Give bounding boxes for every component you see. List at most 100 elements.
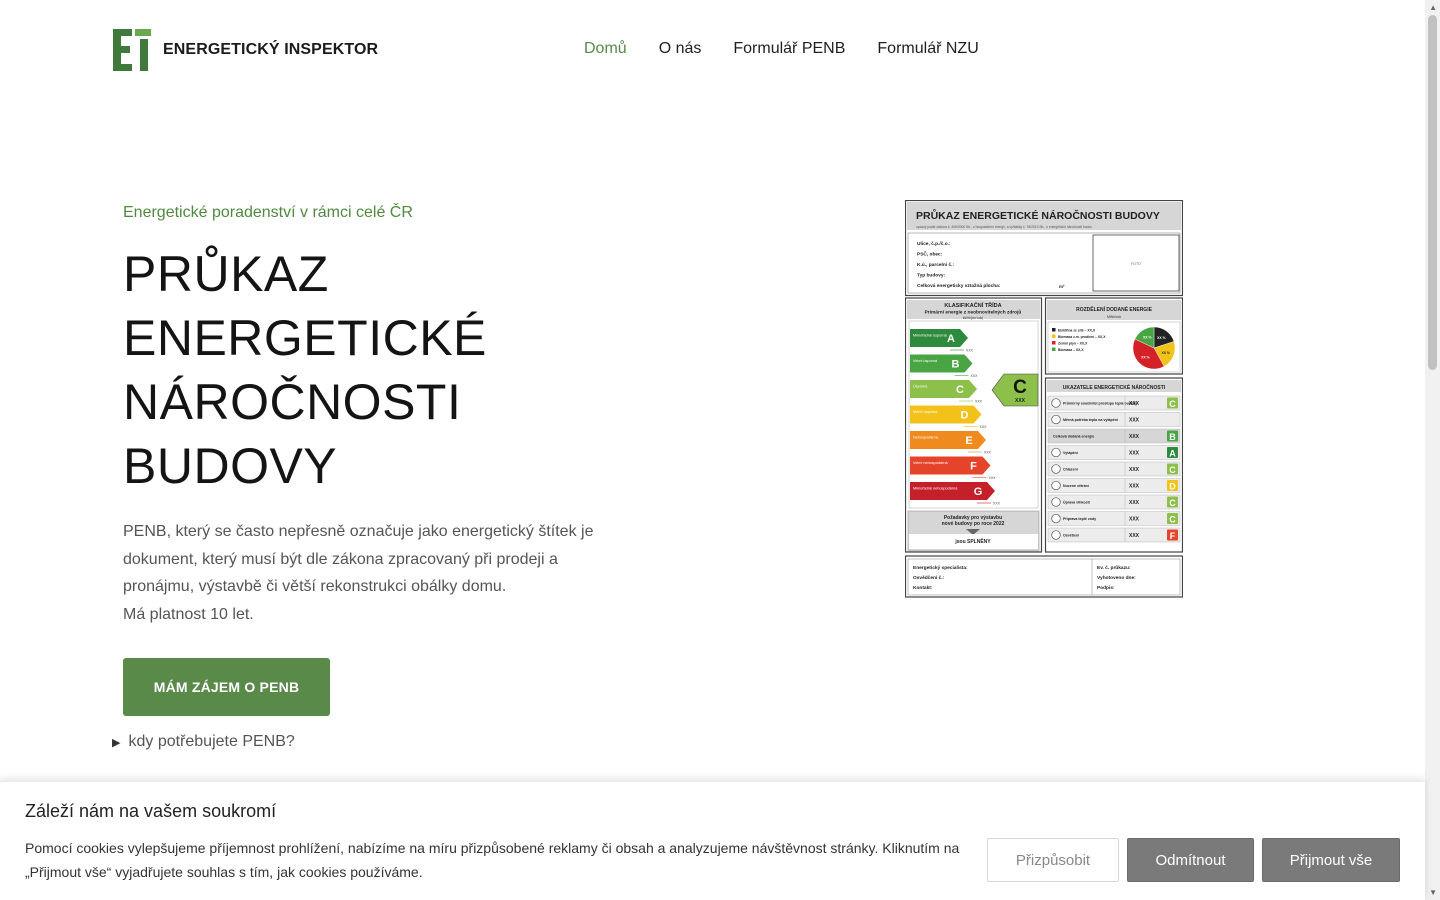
class-band-letter: E [965, 435, 972, 447]
footer-left-label: Energetický specialista: [913, 565, 968, 571]
logo-text: ENERGETICKÝ INSPEKTOR [163, 41, 379, 58]
cookie-accept-all-button[interactable]: Přijmout vše [1262, 838, 1400, 882]
pie-slice-label: XX % [1143, 336, 1151, 340]
indicator-value: XXX [1129, 451, 1140, 457]
class-band [910, 380, 977, 398]
class-title: KLASIFIKAČNÍ TŘÍDA [944, 301, 1001, 309]
scroll-down-arrow-icon[interactable]: ▼ [1429, 888, 1437, 897]
cookie-customize-button[interactable]: Přizpůsobit [987, 838, 1119, 882]
indicator-label: Příprava teplé vody [1063, 517, 1096, 521]
class-band-label: Nehospodárná [913, 436, 939, 440]
indicators-title: UKAZATELE ENERGETICKÉ NÁROČNOSTI [1063, 383, 1166, 391]
current-class-value: XXX [1015, 398, 1026, 404]
indicator-icon [1051, 497, 1061, 507]
scroll-up-arrow-icon[interactable]: ▲ [1429, 3, 1437, 12]
pie-slice-label: XX % [1157, 336, 1165, 340]
class-band-label: Méně úsporná [913, 410, 938, 414]
footer-right-label: Ev. č. průkazu: [1097, 564, 1131, 571]
class-band [910, 431, 986, 449]
indicator-label: Měrná potřeba tepla na vytápění [1063, 418, 1119, 422]
indicator-label: Celková dodaná energie [1053, 435, 1094, 439]
site-logo[interactable]: ENERGETICKÝ INSPEKTOR [113, 29, 378, 71]
photo-placeholder: FOTO [1131, 262, 1141, 266]
class-band-value: XXX [984, 451, 992, 455]
footer-left-label: Kontakt: [913, 585, 933, 591]
penb-interest-button[interactable]: MÁM ZÁJEM O PENB [123, 658, 330, 716]
class-band-letter: C [956, 384, 964, 396]
class-band-value: XXX [980, 425, 988, 429]
class-band [910, 354, 973, 373]
cookie-consent-banner: Záleží nám na vašem soukromí Pomocí cook… [0, 781, 1425, 900]
page-scrollbar[interactable]: ▲ ▼ [1425, 0, 1440, 900]
nav-item-about[interactable]: O nás [659, 40, 702, 58]
indicator-label: Osvětlení [1063, 534, 1080, 538]
class-band-value: XXX [966, 349, 974, 353]
hero-title-line: BUDOVY [123, 438, 338, 494]
footer-left-label: Osvědčení č.: [913, 575, 945, 581]
energy-certificate-image: PRŮKAZ ENERGETICKÉ NÁROČNOSTI BUDOVY vyd… [904, 199, 1184, 598]
certificate-field-label: Ulice, č.p./č.o.: [917, 241, 951, 247]
indicator-value: XXX [1129, 467, 1140, 473]
hero-kicker: Energetické poradenství v rámci celé ČR [123, 204, 413, 221]
main-nav: Domů O nás Formulář PENB Formulář NZU [584, 40, 979, 58]
certificate-field-label: K.ú., parcelní č.: [917, 262, 954, 268]
energy-legend-item: Zemní plyn – XX,X [1058, 342, 1088, 346]
hero-title-line: ENERGETICKÉ [123, 310, 487, 366]
hero-title: PRŮKAZ ENERGETICKÉ NÁROČNOSTI BUDOVY [123, 242, 487, 498]
indicator-label: Nucené větrání [1063, 484, 1090, 488]
hero-desc-line: Má platnost 10 let. [123, 605, 254, 623]
indicator-label: Vytápění [1063, 451, 1079, 455]
nav-item-nzu-form[interactable]: Formulář NZU [877, 40, 978, 58]
class-band-value: XXX [975, 400, 983, 404]
energy-legend-item: Elektřina ze sítě – XX,X [1058, 329, 1096, 333]
indicator-label: Chlazení [1063, 468, 1079, 472]
pie-slice-label: XX % [1161, 351, 1169, 355]
cookie-reject-button[interactable]: Odmítnout [1127, 838, 1254, 882]
hero-desc-line: dokument, který musí být dle zákona zpra… [123, 550, 558, 568]
class-subtitle: Primární energie z neobnovitelných zdroj… [925, 309, 1022, 316]
details-summary-label: kdy potřebujete PENB? [128, 733, 295, 750]
current-class-letter: C [1013, 377, 1027, 398]
indicator-class: C [1169, 399, 1176, 409]
certificate-subtitle: vydaný podle zákona č. 406/2000 Sb., o h… [916, 225, 1092, 229]
indicator-value: XXX [1129, 500, 1140, 506]
class-band-letter: D [961, 410, 969, 422]
energy-legend-item: Biomasa – XX,X [1058, 348, 1084, 352]
indicator-class: D [1169, 482, 1176, 492]
indicator-value: XXX [1129, 517, 1140, 523]
class-band [910, 405, 982, 424]
indicator-value: XXX [1129, 418, 1140, 424]
class-unit: kWh/(m²·rok) [963, 316, 983, 320]
indicator-class: A [1169, 449, 1176, 459]
class-band-letter: B [952, 359, 960, 371]
class-band-letter: A [947, 333, 955, 345]
class-band-label: Mimořádně úsporná [913, 334, 948, 338]
nav-item-home[interactable]: Domů [584, 40, 627, 58]
indicator-class: C [1169, 498, 1176, 508]
indicator-icon [1051, 447, 1061, 458]
energy-unit: MWh/rok [1107, 315, 1121, 319]
footer-right-label: Vyhotoveno dne: [1097, 575, 1136, 581]
indicator-value: XXX [1129, 434, 1140, 440]
logo-mark-icon [113, 29, 151, 71]
nav-item-penb-form[interactable]: Formulář PENB [733, 40, 845, 58]
class-band-label: Velmi nehospodárná [913, 461, 949, 465]
hero-desc-line: PENB, který se často nepřesně označuje j… [123, 523, 594, 540]
class-band-letter: G [974, 486, 983, 498]
class-band-value: XXX [971, 374, 979, 378]
penb-details-toggle[interactable]: ▶ kdy potřebujete PENB? [112, 733, 295, 751]
indicator-icon [1051, 513, 1061, 524]
energy-legend-item: Biomasa z.m. prodlení – XX,X [1058, 335, 1106, 339]
certificate-field-label: PSČ, obec: [917, 251, 943, 258]
indicator-icon [1051, 480, 1061, 491]
hero-description: PENB, který se často nepřesně označuje j… [123, 518, 623, 628]
indicator-class: F [1170, 531, 1176, 541]
cookie-title: Záleží nám na vašem soukromí [25, 801, 277, 821]
hero-desc-line: pronájmu, výstavbě či větší rekonstrukci… [123, 578, 507, 595]
scroll-thumb[interactable] [1428, 15, 1437, 370]
energy-pie-chart: XX % XX % XX % XX % [1132, 326, 1176, 370]
certificate-field-label: Typ budovy: [917, 273, 946, 279]
class-band-label: Úsporná [913, 384, 928, 389]
indicator-class: C [1169, 465, 1176, 475]
certificate-title: PRŮKAZ ENERGETICKÉ NÁROČNOSTI BUDOVY [916, 208, 1160, 222]
